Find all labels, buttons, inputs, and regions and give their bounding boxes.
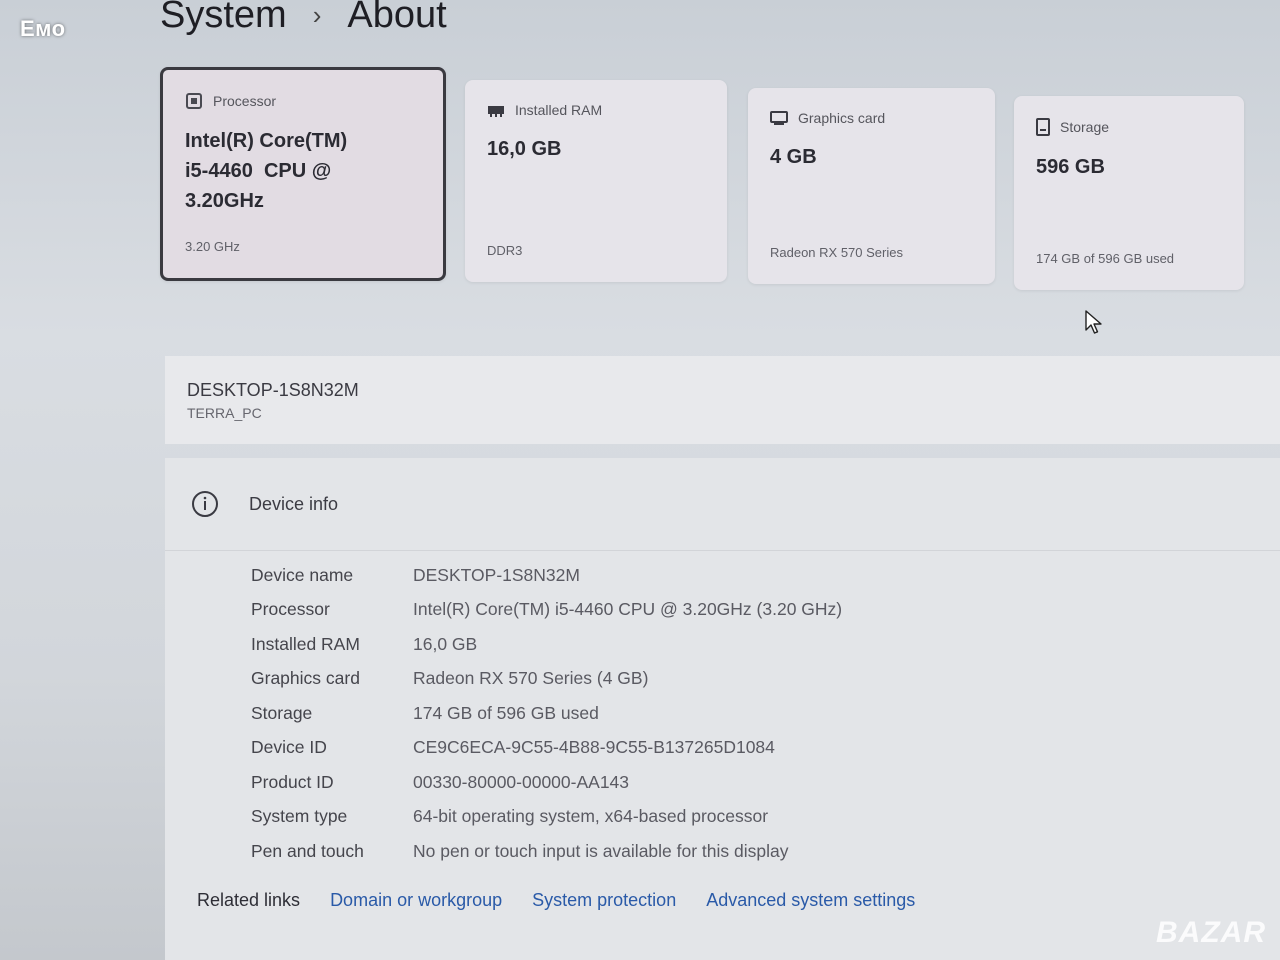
watermark-logo: BAZAR <box>1156 916 1266 949</box>
storage-card-title: Storage <box>1060 119 1110 135</box>
info-value: Radeon RX 570 Series (4 GB) <box>413 668 649 689</box>
info-key: Graphics card <box>251 668 360 689</box>
advanced-system-settings-link[interactable]: Advanced system settings <box>706 890 915 911</box>
info-row-processor: Processor Intel(R) Core(TM) i5-4460 CPU @… <box>251 593 842 628</box>
info-key: Product ID <box>251 771 334 792</box>
storage-card-sub: 174 GB of 596 GB used <box>1036 251 1175 266</box>
info-value: 00330-80000-00000-AA143 <box>413 771 630 792</box>
ram-card-value: 16,0 GB <box>487 138 562 160</box>
graphics-card[interactable]: Graphics card 4 GB Radeon RX 570 Series <box>748 88 995 284</box>
info-key: Processor <box>251 599 330 620</box>
storage-icon <box>1036 118 1050 136</box>
info-value: CE9C6ECA-9C55-4B88-9C55-B137265D1084 <box>413 737 775 758</box>
ram-card[interactable]: Installed RAM 16,0 GB DDR3 <box>465 80 727 282</box>
info-key: Device ID <box>251 737 327 758</box>
processor-card-value: Intel(R) Core(TM) i5-4460 CPU @ 3.20GHz <box>185 126 421 216</box>
info-key: Device name <box>251 564 354 585</box>
related-links: Related links Domain or workgroup System… <box>197 890 915 911</box>
info-key: Installed RAM <box>251 633 360 654</box>
pc-name: DESKTOP-1S8N32M <box>187 380 359 400</box>
storage-card[interactable]: Storage 596 GB 174 GB of 596 GB used <box>1014 96 1244 290</box>
ram-card-sub: DDR3 <box>487 243 523 258</box>
info-key: Pen and touch <box>251 840 364 861</box>
breadcrumb-system-link[interactable]: System <box>160 0 287 37</box>
info-row-storage: Storage 174 GB of 596 GB used <box>251 696 842 731</box>
info-row-graphics-card: Graphics card Radeon RX 570 Series (4 GB) <box>251 662 842 697</box>
ram-card-title: Installed RAM <box>515 102 603 118</box>
related-links-label: Related links <box>197 890 301 910</box>
info-row-product-id: Product ID 00330-80000-00000-AA143 <box>251 765 842 800</box>
pc-alias: TERRA_PC <box>187 405 262 421</box>
info-key: System type <box>251 806 348 827</box>
info-value: 64-bit operating system, x64-based proce… <box>413 806 769 827</box>
device-info-header[interactable]: Device info <box>165 458 1280 551</box>
ram-icon <box>488 106 504 117</box>
info-icon <box>192 491 218 517</box>
pc-name-panel: DESKTOP-1S8N32M TERRA_PC <box>165 356 1280 444</box>
domain-or-workgroup-link[interactable]: Domain or workgroup <box>330 890 502 911</box>
info-value: No pen or touch input is available for t… <box>413 840 789 861</box>
graphics-card-header: Graphics card <box>770 110 973 126</box>
gpu-icon <box>770 111 788 125</box>
info-value: 174 GB of 596 GB used <box>413 702 599 723</box>
ram-card-header: Installed RAM <box>487 102 705 118</box>
chip-icon <box>186 93 202 109</box>
processor-line-1: Intel(R) Core(TM) <box>185 130 348 152</box>
breadcrumb: System › About <box>160 0 447 37</box>
graphics-card-sub: Radeon RX 570 Series <box>770 245 903 260</box>
info-row-system-type: System type 64-bit operating system, x64-… <box>251 800 842 835</box>
graphics-card-title: Graphics card <box>798 110 886 126</box>
corner-label: Емо <box>20 16 66 41</box>
storage-card-header: Storage <box>1036 118 1222 136</box>
device-info-title: Device info <box>249 493 339 514</box>
processor-line-3: 3.20GHz <box>185 190 264 212</box>
mouse-cursor-icon <box>1085 310 1102 334</box>
device-info-panel: Device info Device name DESKTOP-1S8N32M P… <box>165 458 1280 960</box>
info-value: 16,0 GB <box>413 633 478 654</box>
device-info-table: Device name DESKTOP-1S8N32M Processor Inte… <box>251 558 842 869</box>
graphics-card-value: 4 GB <box>770 146 817 168</box>
info-row-installed-ram: Installed RAM 16,0 GB <box>251 627 842 662</box>
system-protection-link[interactable]: System protection <box>532 890 676 911</box>
info-value: Intel(R) Core(TM) i5-4460 CPU @ 3.20GHz … <box>413 599 843 620</box>
processor-card[interactable]: Processor Intel(R) Core(TM) i5-4460 CPU … <box>160 67 446 281</box>
breadcrumb-separator-icon: › <box>312 0 322 30</box>
storage-card-value: 596 GB <box>1036 156 1105 178</box>
info-row-device-name: Device name DESKTOP-1S8N32M <box>251 558 842 593</box>
info-row-device-id: Device ID CE9C6ECA-9C55-4B88-9C55-B137265… <box>251 731 842 766</box>
info-row-pen-and-touch: Pen and touch No pen or touch input is av… <box>251 834 842 869</box>
processor-line-2: i5-4460 CPU @ <box>185 160 332 182</box>
info-value: DESKTOP-1S8N32M <box>413 564 580 585</box>
processor-card-header: Processor <box>185 92 421 110</box>
processor-card-title: Processor <box>213 93 277 109</box>
processor-card-sub: 3.20 GHz <box>185 239 240 254</box>
info-key: Storage <box>251 702 313 723</box>
page-title: About <box>347 0 447 36</box>
